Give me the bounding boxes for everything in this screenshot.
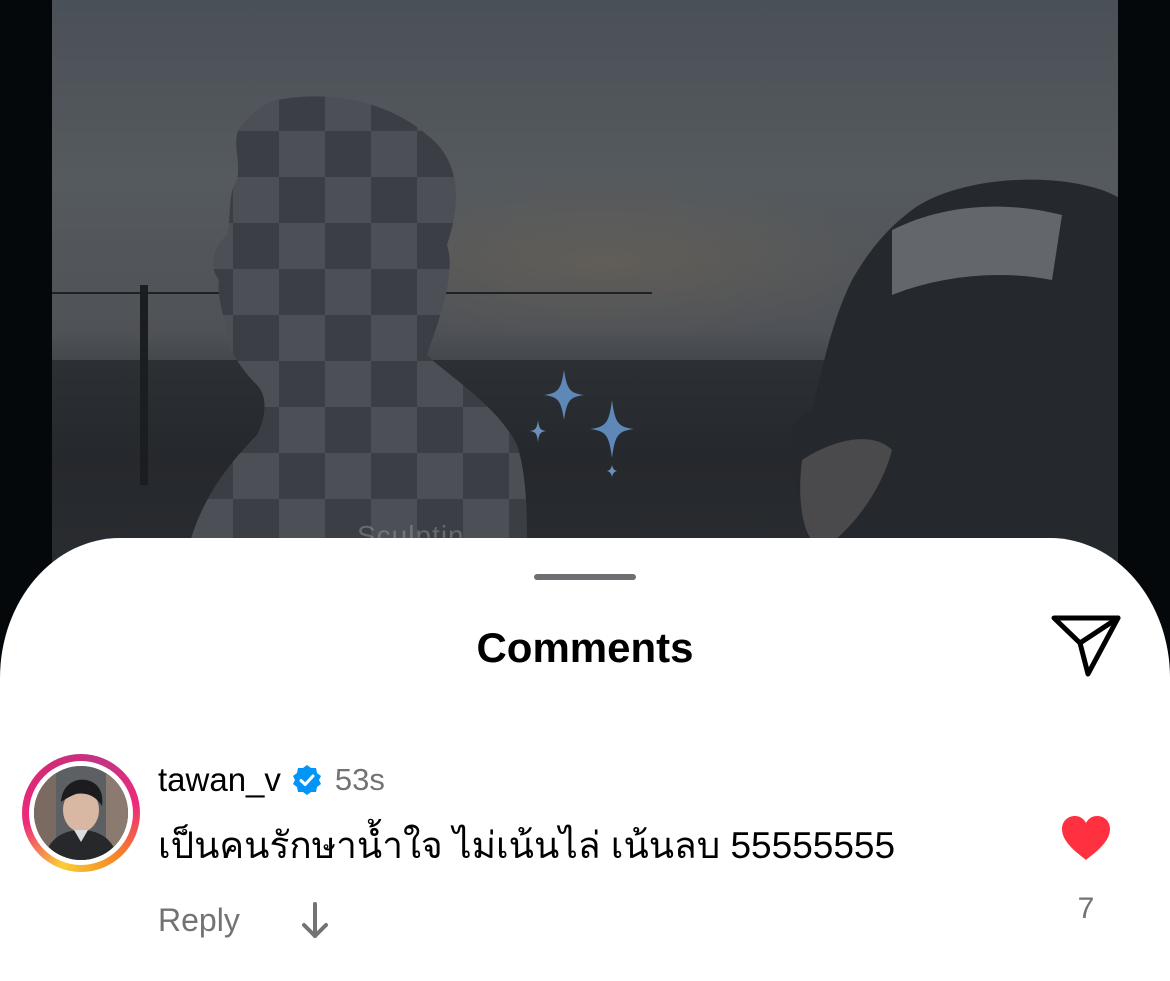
like-count: 7 (1077, 892, 1095, 925)
paper-plane-icon (1051, 615, 1121, 677)
sparkle-icon (530, 370, 634, 477)
comment-text: เป็นคนรักษาน้ำใจ ไม่เน้นไล่ เน้นลบ 55555… (158, 825, 896, 866)
heart-filled-icon[interactable] (1060, 814, 1112, 862)
avatar-portrait (34, 766, 128, 860)
background-edge-left (0, 0, 52, 600)
arrow-down-icon[interactable] (298, 898, 332, 942)
avatar-story-ring[interactable] (22, 754, 140, 872)
post-image[interactable]: Sculptin... (52, 0, 1118, 600)
comments-sheet: Comments tawan_v 53s เป็นคนรักษาน้ำใจ ไม… (0, 538, 1170, 981)
sheet-grabber[interactable] (534, 574, 636, 580)
share-button[interactable] (1050, 612, 1122, 678)
sheet-title: Comments (476, 624, 694, 671)
avatar (34, 766, 128, 860)
comment-header: tawan_v 53s (158, 758, 385, 802)
cutout-silhouette (187, 96, 527, 555)
comment-timestamp: 53s (334, 762, 385, 797)
avatar-border (29, 761, 133, 865)
comment-username[interactable]: tawan_v (158, 761, 281, 799)
reply-button[interactable]: Reply (158, 902, 240, 939)
verified-badge-icon (292, 765, 321, 795)
right-figure (791, 179, 1118, 600)
screen: Sculptin... Comments tawan_v 53s เป็นคนร… (0, 0, 1170, 981)
background-edge-right (1118, 0, 1170, 600)
comment-item: tawan_v 53s เป็นคนรักษาน้ำใจ ไม่เน้นไล่ … (0, 752, 1170, 952)
